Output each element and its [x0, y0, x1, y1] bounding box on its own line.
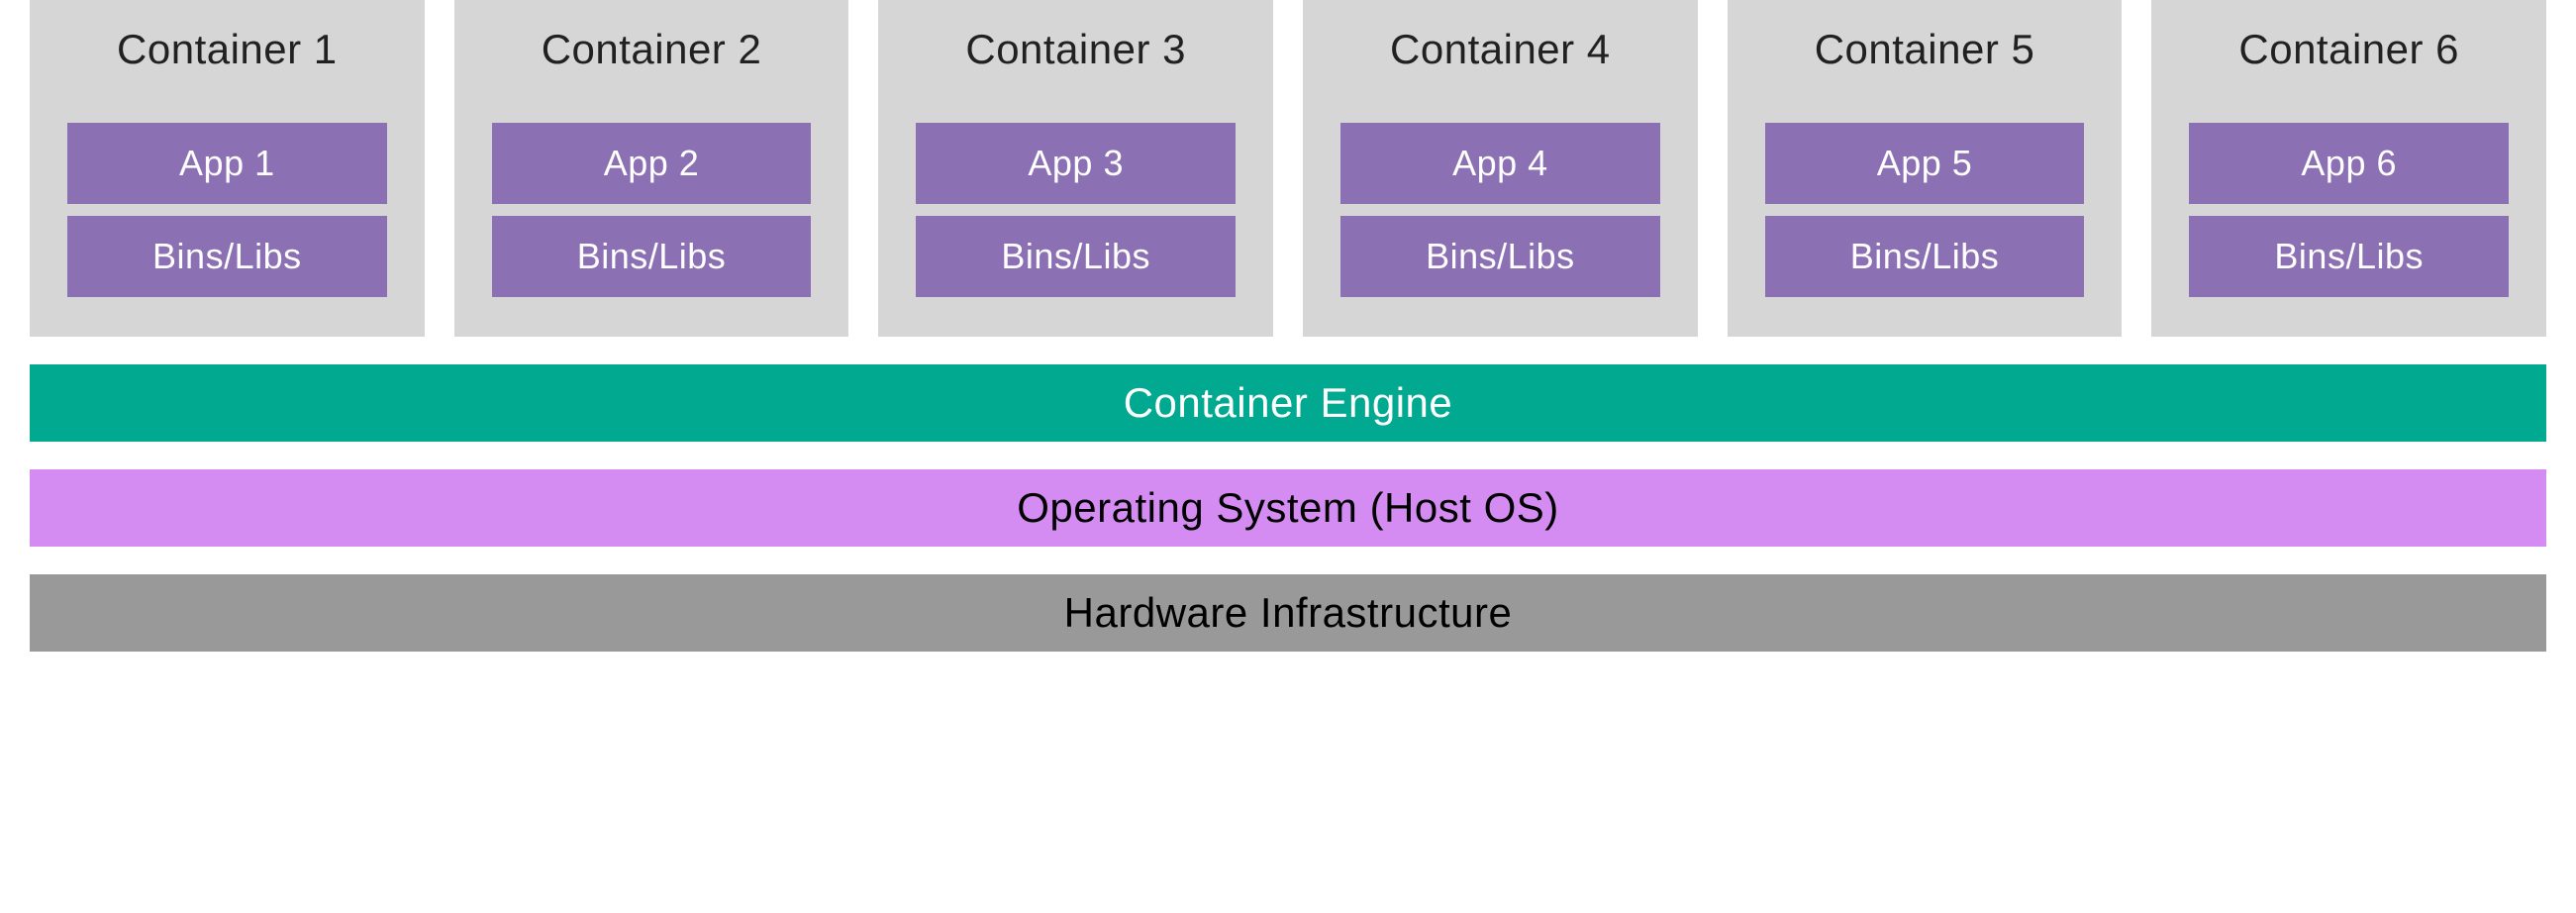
bins-libs-block: Bins/Libs — [1340, 216, 1660, 297]
hardware-infrastructure-layer: Hardware Infrastructure — [30, 574, 2546, 652]
container-title: Container 2 — [542, 26, 762, 73]
bins-libs-block: Bins/Libs — [492, 216, 812, 297]
bins-libs-block: Bins/Libs — [1765, 216, 2085, 297]
app-block: App 6 — [2189, 123, 2509, 204]
container-6: Container 6 App 6 Bins/Libs — [2151, 0, 2546, 337]
bins-libs-block: Bins/Libs — [2189, 216, 2509, 297]
container-3: Container 3 App 3 Bins/Libs — [878, 0, 1273, 337]
container-5: Container 5 App 5 Bins/Libs — [1728, 0, 2123, 337]
containers-row: Container 1 App 1 Bins/Libs Container 2 … — [30, 0, 2546, 337]
app-block: App 1 — [67, 123, 387, 204]
container-1: Container 1 App 1 Bins/Libs — [30, 0, 425, 337]
container-title: Container 5 — [1815, 26, 2035, 73]
container-title: Container 4 — [1390, 26, 1611, 73]
bins-libs-block: Bins/Libs — [67, 216, 387, 297]
app-block: App 3 — [916, 123, 1236, 204]
container-title: Container 1 — [117, 26, 338, 73]
container-title: Container 3 — [965, 26, 1186, 73]
container-architecture-diagram: Container 1 App 1 Bins/Libs Container 2 … — [0, 0, 2576, 652]
app-block: App 5 — [1765, 123, 2085, 204]
app-block: App 4 — [1340, 123, 1660, 204]
container-engine-layer: Container Engine — [30, 364, 2546, 442]
operating-system-layer: Operating System (Host OS) — [30, 469, 2546, 547]
container-4: Container 4 App 4 Bins/Libs — [1303, 0, 1698, 337]
container-2: Container 2 App 2 Bins/Libs — [454, 0, 849, 337]
container-title: Container 6 — [2238, 26, 2459, 73]
bins-libs-block: Bins/Libs — [916, 216, 1236, 297]
app-block: App 2 — [492, 123, 812, 204]
